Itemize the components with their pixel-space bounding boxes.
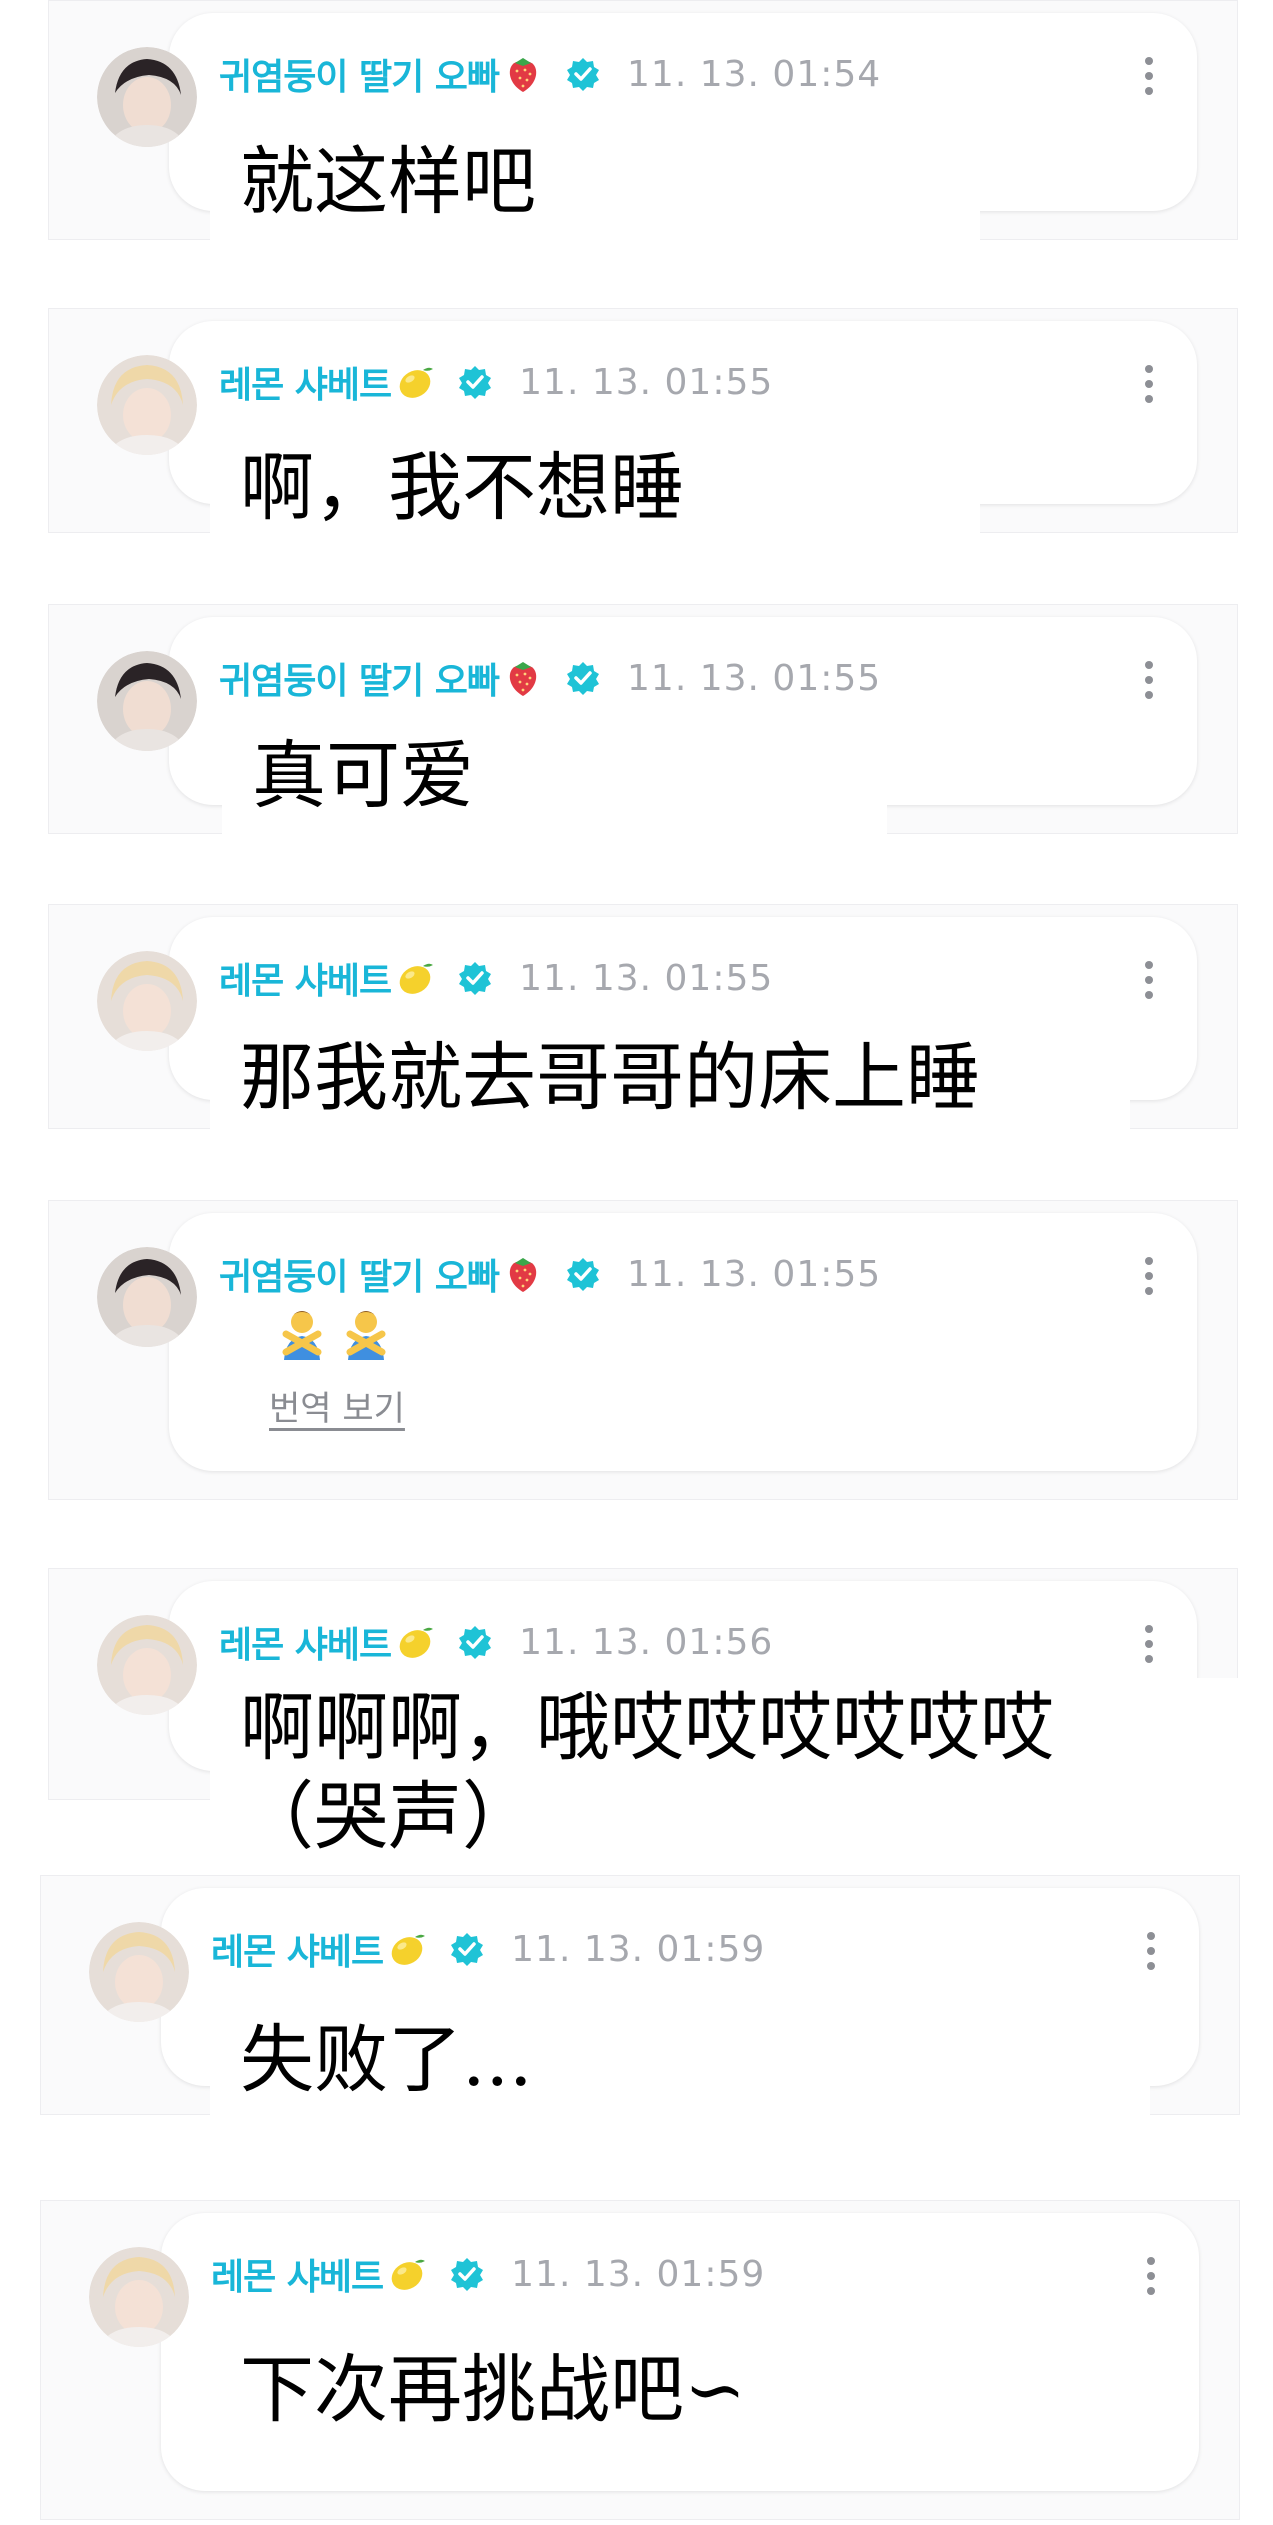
avatar[interactable]: [89, 2247, 189, 2347]
avatar[interactable]: [97, 47, 197, 147]
timestamp: 11. 13. 01:59: [511, 1928, 766, 1970]
avatar[interactable]: [89, 1922, 189, 2022]
username[interactable]: 귀염둥이 딸기 오빠: [219, 48, 500, 100]
more-options-icon[interactable]: [1131, 655, 1167, 705]
comment-meta: 레몬 샤베트 11. 13. 01:56: [219, 1617, 773, 1667]
timestamp: 11. 13. 01:55: [627, 1253, 882, 1295]
username[interactable]: 레몬 샤베트: [219, 952, 392, 1004]
more-options-icon[interactable]: [1131, 955, 1167, 1005]
username[interactable]: 귀염둥이 딸기 오빠: [219, 652, 500, 704]
message-text: 啊，我不想睡: [210, 440, 980, 555]
username[interactable]: 레몬 샤베트: [211, 1923, 384, 1975]
username[interactable]: 레몬 샤베트: [219, 356, 392, 408]
avatar[interactable]: [97, 951, 197, 1051]
verified-badge-icon: [565, 1256, 601, 1292]
message-text: 就这样吧: [210, 132, 980, 254]
verified-badge-icon: [449, 2256, 485, 2292]
comment-meta: 레몬 샤베트 11. 13. 01:55: [219, 953, 773, 1003]
timestamp: 11. 13. 01:55: [627, 657, 882, 699]
lemon-icon: [385, 2252, 429, 2296]
timestamp: 11. 13. 01:56: [519, 1621, 774, 1663]
verified-badge-icon: [457, 1624, 493, 1660]
lemon-icon: [385, 1927, 429, 1971]
verified-badge-icon: [565, 56, 601, 92]
username[interactable]: 귀염둥이 딸기 오빠: [219, 1248, 500, 1300]
avatar[interactable]: [97, 1615, 197, 1715]
comment-meta: 레몬 샤베트 11. 13. 01:59: [211, 1924, 765, 1974]
avatar[interactable]: [97, 355, 197, 455]
strawberry-icon: [501, 656, 545, 700]
comment-meta: 레몬 샤베트 11. 13. 01:55: [219, 357, 773, 407]
lemon-icon: [393, 956, 437, 1000]
verified-badge-icon: [457, 960, 493, 996]
comment-meta: 귀염둥이 딸기 오빠 11. 13. 01:54: [219, 49, 881, 99]
verified-badge-icon: [457, 364, 493, 400]
message-text: 下次再挑战吧∽: [210, 2342, 1165, 2457]
timestamp: 11. 13. 01:55: [519, 957, 774, 999]
more-options-icon[interactable]: [1131, 1251, 1167, 1301]
emoji-message: [274, 1306, 394, 1362]
translate-link[interactable]: 번역 보기: [269, 1381, 405, 1430]
avatar[interactable]: [97, 651, 197, 751]
comment-meta: 귀염둥이 딸기 오빠 11. 13. 01:55: [219, 1249, 881, 1299]
comment-meta: 레몬 샤베트 11. 13. 01:59: [211, 2249, 765, 2299]
more-options-icon[interactable]: [1131, 1619, 1167, 1669]
message-text: 失败了...: [210, 2012, 1150, 2122]
username[interactable]: 레몬 샤베트: [211, 2248, 384, 2300]
more-options-icon[interactable]: [1133, 2251, 1169, 2301]
comment-meta: 귀염둥이 딸기 오빠 11. 13. 01:55: [219, 653, 881, 703]
timestamp: 11. 13. 01:55: [519, 361, 774, 403]
message-text: 那我就去哥哥的床上睡: [210, 1030, 1130, 1145]
comment-card: 귀염둥이 딸기 오빠 11. 13. 01:55 번역 보기: [48, 1200, 1238, 1500]
person-gesturing-no-icon: [338, 1306, 394, 1362]
strawberry-icon: [501, 52, 545, 96]
person-gesturing-no-icon: [274, 1306, 330, 1362]
more-options-icon[interactable]: [1131, 359, 1167, 409]
avatar[interactable]: [97, 1247, 197, 1347]
message-text: 真可爱: [222, 728, 887, 840]
verified-badge-icon: [449, 1931, 485, 1967]
more-options-icon[interactable]: [1131, 51, 1167, 101]
timestamp: 11. 13. 01:59: [511, 2253, 766, 2295]
username[interactable]: 레몬 샤베트: [219, 1616, 392, 1668]
lemon-icon: [393, 360, 437, 404]
lemon-icon: [393, 1620, 437, 1664]
message-text: 啊啊啊，哦哎哎哎哎哎哎 （哭声）: [210, 1678, 1250, 1893]
timestamp: 11. 13. 01:54: [627, 53, 882, 95]
verified-badge-icon: [565, 660, 601, 696]
comment-feed: 귀염둥이 딸기 오빠 11. 13. 01:54 就这样吧 레몬 샤베트 11.: [0, 0, 1273, 2525]
strawberry-icon: [501, 1252, 545, 1296]
more-options-icon[interactable]: [1133, 1926, 1169, 1976]
